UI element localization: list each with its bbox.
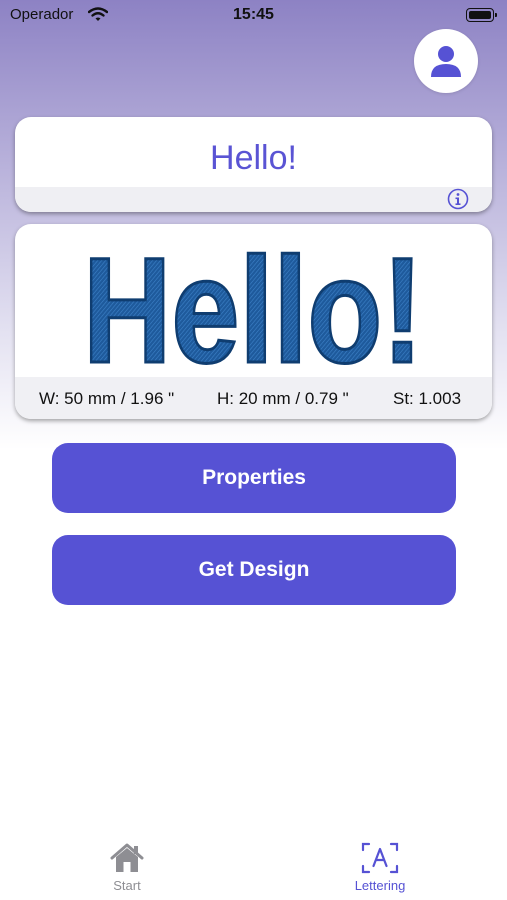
- battery-icon: [466, 8, 497, 22]
- account-button[interactable]: [414, 29, 478, 93]
- dimensions-bar: W: 50 mm / 1.96 " H: 20 mm / 0.79 " St: …: [15, 377, 492, 419]
- lettering-icon: [361, 842, 399, 874]
- design-height: H: 20 mm / 0.79 ": [217, 389, 349, 408]
- tab-lettering[interactable]: Lettering: [310, 830, 450, 900]
- status-bar: Operador 15:45: [0, 0, 507, 32]
- text-card-footer: [15, 187, 492, 212]
- tab-lettering-label: Lettering: [354, 878, 406, 893]
- house-icon: [110, 843, 144, 872]
- get-design-button[interactable]: Get Design: [52, 535, 456, 605]
- person-icon: [431, 46, 461, 77]
- properties-button[interactable]: Properties: [52, 443, 456, 513]
- info-icon[interactable]: [447, 188, 469, 210]
- lettering-text-input[interactable]: Hello!: [15, 139, 492, 178]
- tab-start[interactable]: Start: [57, 830, 197, 900]
- embroidery-preview: Hello!: [82, 228, 425, 376]
- design-preview-card: Hello! W: 50 mm / 1.96 " H: 20 mm / 0.79…: [15, 224, 492, 419]
- stitch-count: St: 1.003: [393, 389, 462, 408]
- tab-start-label: Start: [113, 878, 141, 893]
- embroidery-text: Hello!: [83, 228, 423, 376]
- lettering-text-card: Hello!: [15, 117, 492, 212]
- design-width: W: 50 mm / 1.96 ": [39, 389, 175, 408]
- clock: 15:45: [233, 6, 274, 23]
- tab-bar: Start Lettering: [0, 830, 507, 900]
